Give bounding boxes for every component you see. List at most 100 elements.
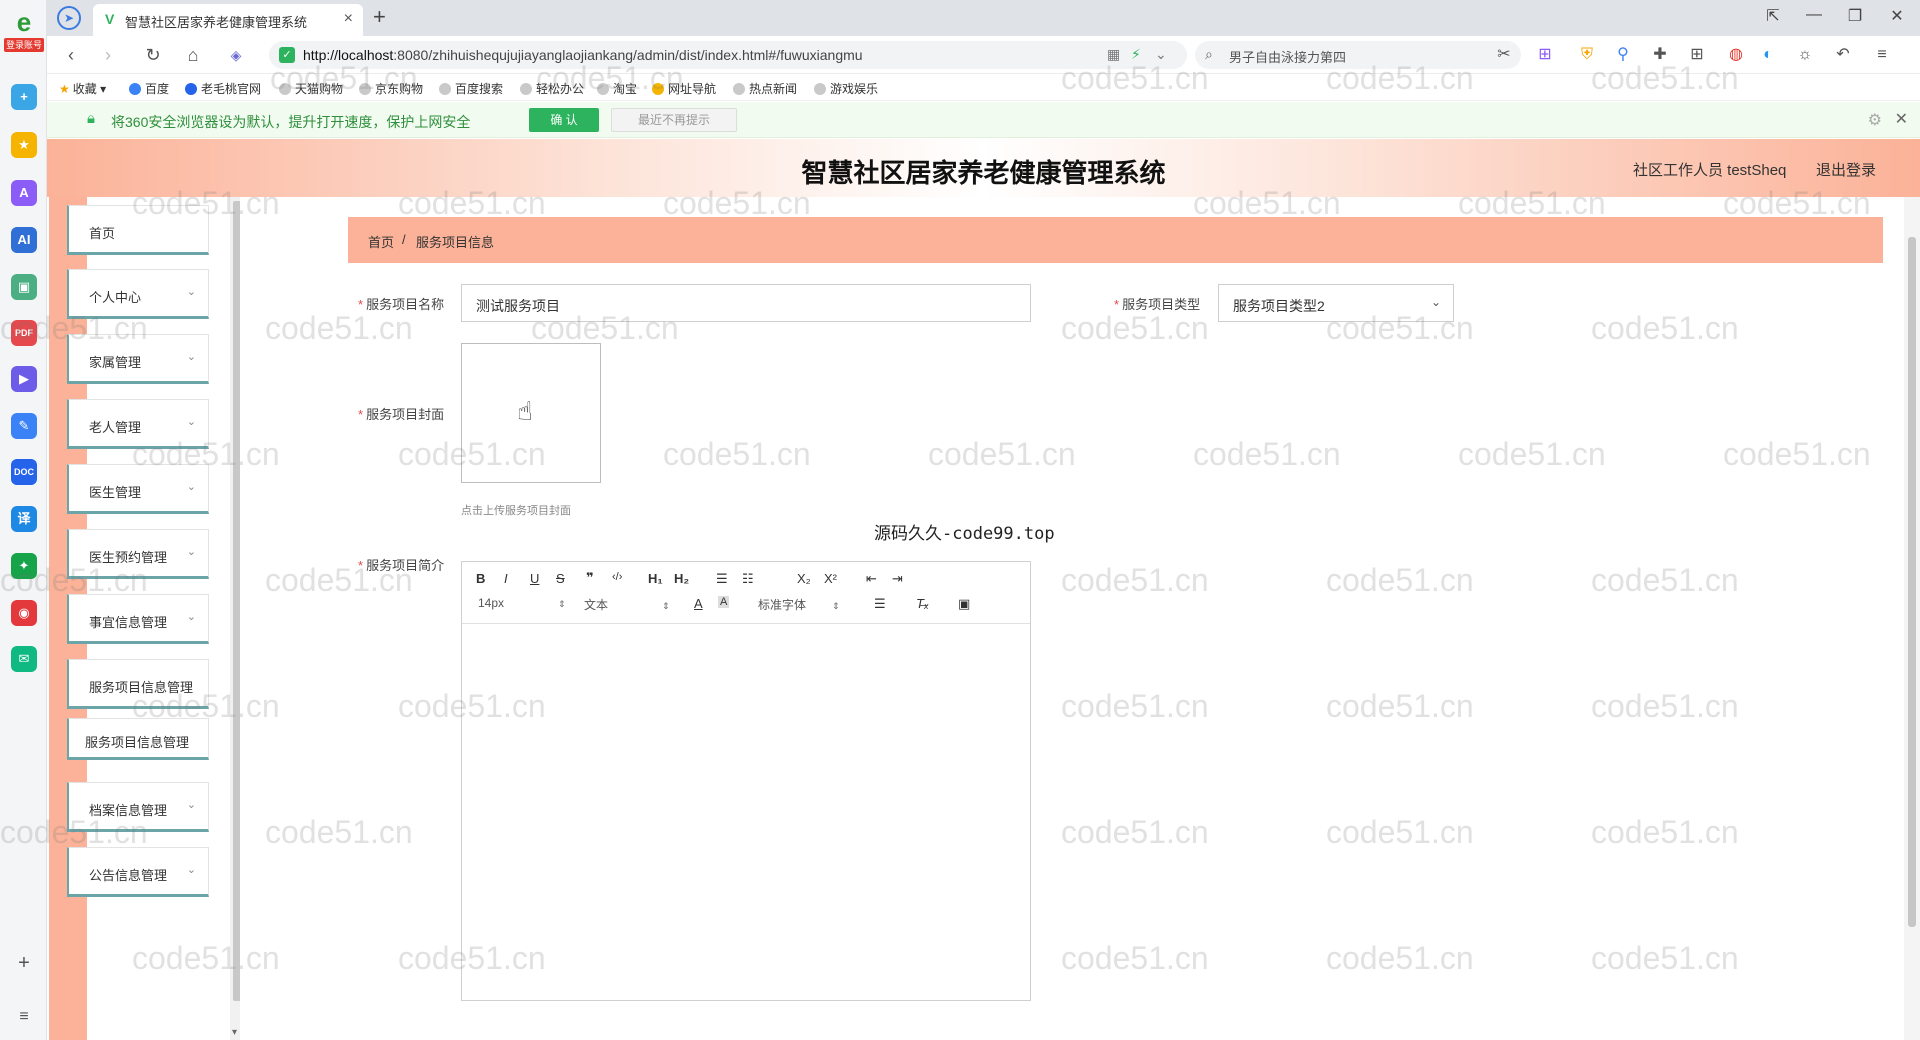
gear-icon[interactable]: ⚙ <box>1868 110 1882 130</box>
menu-item-matters[interactable]: 事宜信息管理 ⌄ <box>67 594 209 644</box>
menu-item-archives[interactable]: 档案信息管理 ⌄ <box>67 782 209 832</box>
url-text[interactable]: http://localhost:8080/zhihuishequjujiaya… <box>303 47 863 63</box>
submenu-item-service-items[interactable]: 服务项目信息管理 <box>67 718 209 760</box>
bookmark-item[interactable]: 网址导航 <box>652 80 716 97</box>
zoom-search-icon[interactable]: ⚲ <box>1613 45 1633 65</box>
pin-icon[interactable]: ⇱ <box>1761 6 1785 26</box>
edge-icon[interactable]: ◐ <box>1758 45 1778 65</box>
menu-item-home[interactable]: 首页 <box>67 205 209 255</box>
ordered-list-icon[interactable]: ☰ <box>716 571 728 587</box>
ai-app-icon[interactable]: A <box>11 180 37 206</box>
image-app-icon[interactable]: ▣ <box>11 274 37 300</box>
login-tag[interactable]: 登录账号 <box>4 38 44 52</box>
brightness-icon[interactable]: ☼ <box>1795 45 1815 65</box>
breadcrumb-home[interactable]: 首页 <box>368 232 394 251</box>
url-dropdown-icon[interactable]: ⌄ <box>1155 46 1167 63</box>
subscript-icon[interactable]: X₂ <box>797 571 811 586</box>
font-color-icon[interactable]: A <box>694 596 703 611</box>
ai-extension-icon[interactable]: ◈ <box>225 44 247 66</box>
new-tab-icon[interactable]: + <box>373 4 386 30</box>
menu-item-doctors[interactable]: 医生管理 ⌄ <box>67 464 209 514</box>
browser-home-icon[interactable]: ➤ <box>57 6 81 30</box>
bookmark-item[interactable]: 轻松办公 <box>520 80 584 97</box>
forward-icon[interactable]: › <box>97 44 119 66</box>
superscript-icon[interactable]: X² <box>824 571 837 586</box>
menu-item-elderly[interactable]: 老人管理 ⌄ <box>67 399 209 449</box>
page-scrollbar[interactable] <box>1904 197 1920 1040</box>
shield-extension-icon[interactable]: ⛨ <box>1577 45 1597 65</box>
video-app-icon[interactable]: ▶ <box>11 366 37 392</box>
qr-code-icon[interactable]: ▦ <box>1107 46 1120 63</box>
close-window-icon[interactable]: ✕ <box>1885 6 1909 26</box>
scroll-down-icon[interactable]: ▾ <box>232 1027 237 1038</box>
mindmap-app-icon[interactable]: ✦ <box>11 553 37 579</box>
undo-icon[interactable]: ↶ <box>1833 45 1853 65</box>
menu-item-family[interactable]: 家属管理 ⌄ <box>67 334 209 384</box>
bookmark-item[interactable]: 游戏娱乐 <box>814 80 878 97</box>
bookmark-item[interactable]: 天猫购物 <box>279 80 343 97</box>
bookmark-item[interactable]: 淘宝 <box>597 80 637 97</box>
bold-icon[interactable]: B <box>476 571 485 586</box>
back-icon[interactable]: ‹ <box>60 44 82 66</box>
clear-format-icon[interactable]: T̶ₓ <box>916 596 929 611</box>
ai-assistant-icon[interactable]: AI <box>11 227 37 253</box>
font-family-select[interactable]: 标准字体 ⇕ <box>758 596 840 613</box>
menu-item-personal-center[interactable]: 个人中心 ⌄ <box>67 269 209 319</box>
plus-app-icon[interactable]: + <box>11 84 37 110</box>
lightning-icon[interactable]: ⚡ <box>1131 46 1141 63</box>
notice-confirm-button[interactable]: 确 认 <box>529 108 599 132</box>
cut-icon[interactable]: ✂ <box>1494 45 1514 65</box>
bookmark-item[interactable]: 热点新闻 <box>733 80 797 97</box>
image-icon[interactable]: ▣ <box>958 596 970 612</box>
paragraph-select[interactable]: 文本 ⇕ <box>584 596 670 613</box>
bookmark-item[interactable]: ★ 收藏 ▾ <box>59 80 106 97</box>
restore-icon[interactable]: ❐ <box>1843 6 1867 26</box>
menu-icon[interactable]: ≡ <box>1872 45 1892 65</box>
menu-item-service-items[interactable]: 服务项目信息管理 <box>67 659 209 709</box>
weibo-app-icon[interactable]: ◉ <box>11 600 37 626</box>
add-icon[interactable]: + <box>12 951 36 975</box>
bookmark-item[interactable]: 百度搜索 <box>439 80 503 97</box>
url-field[interactable]: ✓ http://localhost:8080/zhihuishequjujia… <box>269 41 1187 69</box>
notes-app-icon[interactable]: ✎ <box>11 413 37 439</box>
grid-icon[interactable]: ⊞ <box>1687 45 1707 65</box>
align-icon[interactable]: ☰ <box>874 596 886 612</box>
heading1-icon[interactable]: H₁ <box>648 571 663 586</box>
bookmark-item[interactable]: 老毛桃官网 <box>185 80 261 97</box>
close-icon[interactable]: ✕ <box>1895 109 1908 129</box>
menu-item-doctor-appointments[interactable]: 医生预约管理 ⌄ <box>67 529 209 579</box>
bookmark-item[interactable]: 百度 <box>129 80 169 97</box>
indent-icon[interactable]: ⇥ <box>892 571 903 587</box>
heading2-icon[interactable]: H₂ <box>674 571 689 586</box>
home-icon[interactable]: ⌂ <box>182 44 204 66</box>
search-query[interactable]: 男子自由泳接力第四 <box>1229 47 1346 66</box>
italic-icon[interactable]: I <box>504 571 508 586</box>
service-name-input[interactable]: 测试服务项目 <box>461 284 1031 322</box>
pdf-app-icon[interactable]: PDF <box>11 320 37 346</box>
menu-item-announcements[interactable]: 公告信息管理 ⌄ <box>67 847 209 897</box>
browser-logo[interactable]: e 登录账号 <box>4 8 44 56</box>
bullet-list-icon[interactable]: ☷ <box>742 571 754 587</box>
doc-app-icon[interactable]: DOC <box>11 459 37 485</box>
code-icon[interactable]: ‹/› <box>612 571 622 583</box>
quote-icon[interactable]: ❞ <box>586 570 594 586</box>
font-size-select[interactable]: 14px ⇕ <box>478 596 566 610</box>
reload-icon[interactable]: ↻ <box>142 44 164 66</box>
bookmark-item[interactable]: 京东购物 <box>359 80 423 97</box>
color-wheel-icon[interactable]: ◍ <box>1726 45 1746 65</box>
extensions-icon[interactable]: ✚ <box>1650 45 1670 65</box>
minimize-icon[interactable]: — <box>1802 6 1826 24</box>
browser-tab[interactable]: V 智慧社区居家养老健康管理系统 × <box>93 4 363 36</box>
outdent-icon[interactable]: ⇤ <box>866 571 877 587</box>
star-app-icon[interactable]: ★ <box>11 132 37 158</box>
cover-upload-area[interactable]: ☝ <box>461 343 601 483</box>
list-icon[interactable]: ≡ <box>12 1005 36 1029</box>
tab-close-icon[interactable]: × <box>344 10 353 28</box>
translate-icon[interactable]: ⊞ <box>1535 45 1555 65</box>
background-color-icon[interactable]: A <box>718 596 730 608</box>
search-field[interactable]: ⌕ 男子自由泳接力第四 <box>1195 41 1521 69</box>
page-scrollbar-thumb[interactable] <box>1908 237 1916 927</box>
notice-dismiss-button[interactable]: 最近不再提示 <box>611 108 737 132</box>
logout-link[interactable]: 退出登录 <box>1816 159 1876 180</box>
translate-app-icon[interactable]: 译 <box>11 506 37 532</box>
